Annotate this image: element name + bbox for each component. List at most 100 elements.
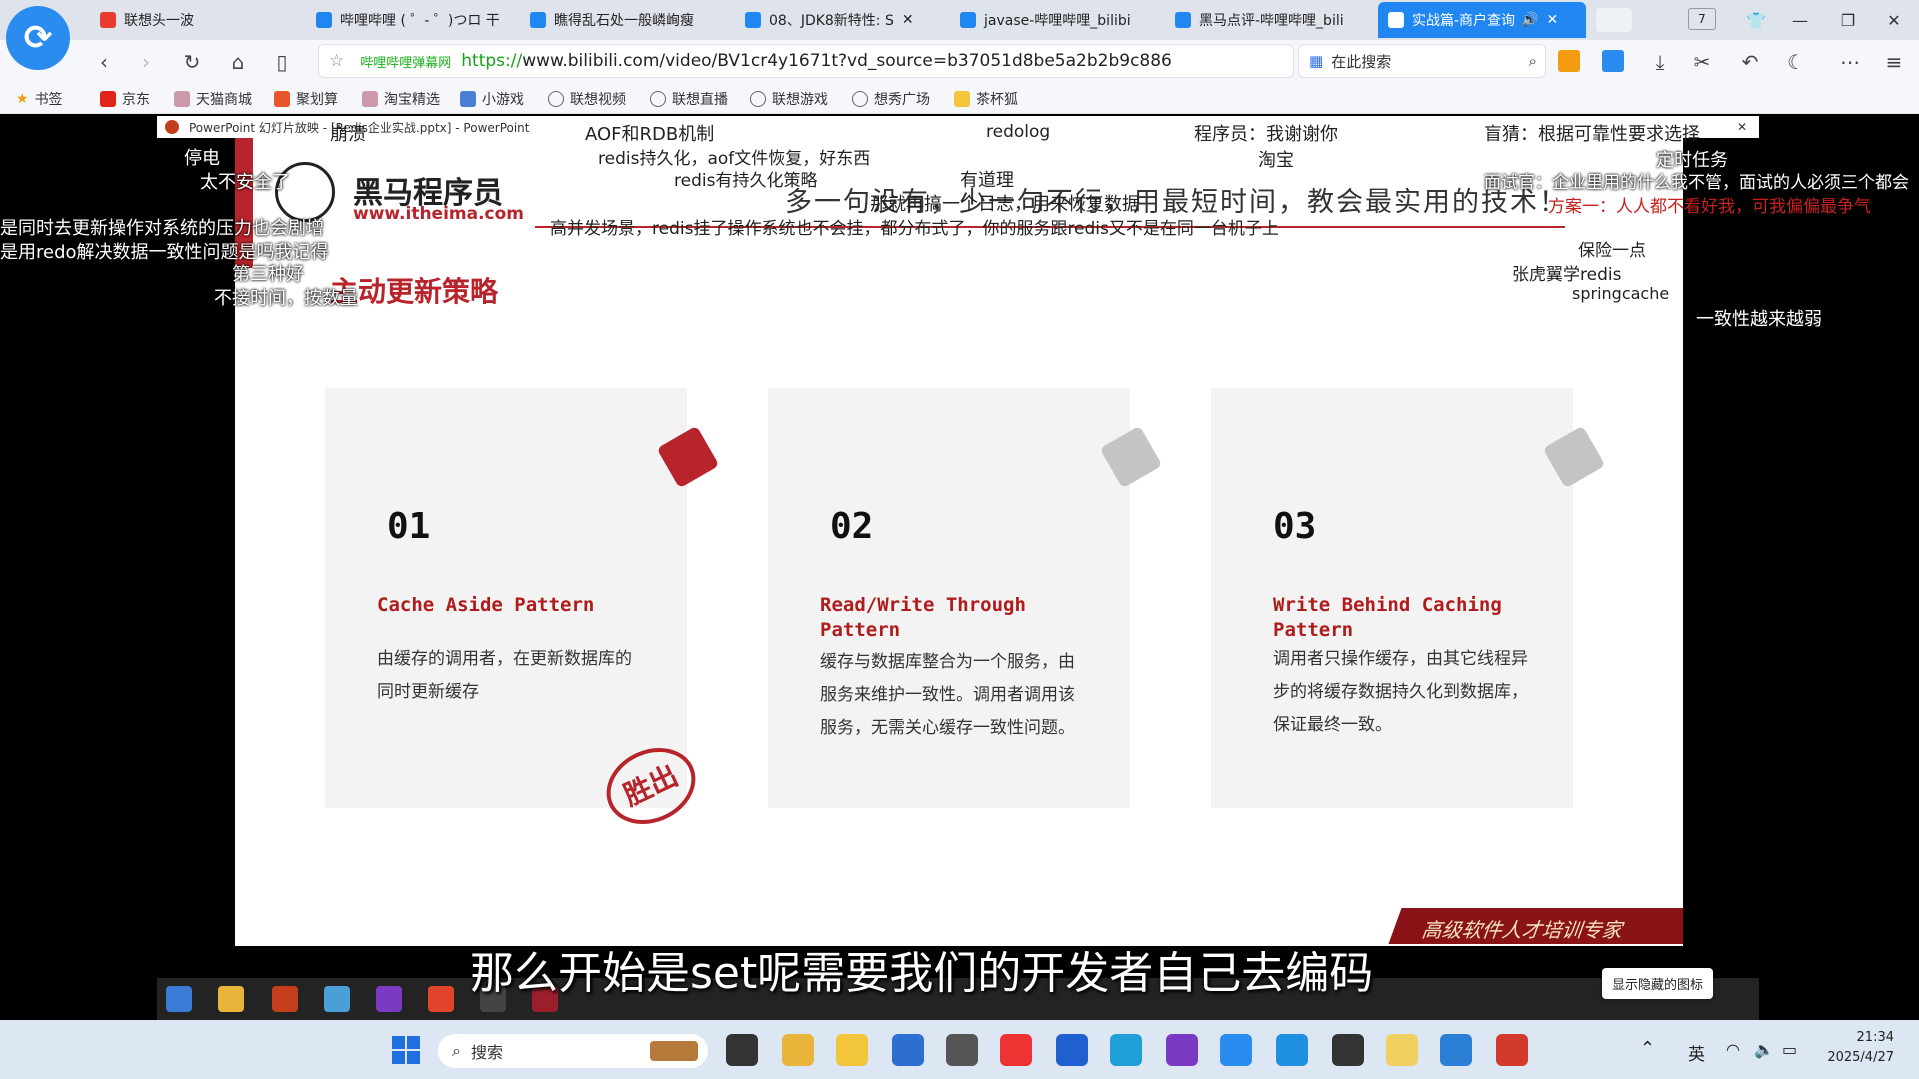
tab-4[interactable]: 08、JDK8新特性: S ✕ — [735, 2, 941, 38]
bookmark-item[interactable]: 联想直播 — [650, 88, 728, 110]
notepad-icon[interactable] — [1440, 1034, 1472, 1066]
bookmark-item[interactable]: 想秀广场 — [852, 88, 930, 110]
app-icon[interactable] — [782, 1034, 814, 1066]
bookmark-item[interactable]: 淘宝精选 — [362, 88, 440, 110]
card-number: 02 — [830, 506, 874, 547]
tab-label: 瞧得乱石处一般嶙峋瘦 — [554, 13, 694, 29]
more-icon[interactable]: ⋯ — [1836, 48, 1864, 76]
bookmark-item[interactable]: 京东 — [100, 88, 150, 110]
tab-5[interactable]: javase-哔哩哔哩_bilibi — [950, 2, 1156, 38]
bookmark-label: 茶杯狐 — [976, 92, 1018, 108]
tab-label: 实战篇-商户查询 — [1412, 13, 1516, 29]
danmaku-comment: 张虎翼学redis — [1512, 265, 1622, 285]
card-number: 03 — [1273, 506, 1317, 547]
bilibili-icon — [745, 12, 761, 28]
card-title: Cache Aside Pattern — [377, 594, 595, 616]
tooltip: 显示隐藏的图标 — [1602, 968, 1714, 999]
video-subtitle: 那么开始是set呢需要我们的开发者自己去编码 — [470, 948, 1374, 999]
danmaku-comment: 那就再搞一个日志，用来恢复数据 — [870, 194, 1140, 215]
app-icon[interactable] — [1386, 1034, 1418, 1066]
maximize-icon[interactable]: ❐ — [1828, 6, 1868, 34]
bookmark-item[interactable]: 小游戏 — [460, 88, 524, 110]
home-icon[interactable]: ⌂ — [224, 48, 252, 76]
danmaku-comment: 不接时间，按数量 — [214, 288, 358, 309]
start-icon[interactable] — [392, 1036, 420, 1064]
scissors-icon[interactable]: ✂ — [1688, 48, 1716, 76]
night-mode-icon[interactable]: ☾ — [1782, 48, 1810, 76]
search-engine-icon[interactable]: ▦ — [1309, 52, 1323, 70]
browser-icon[interactable] — [1220, 1034, 1252, 1066]
game-icon — [460, 91, 476, 107]
danmaku-comment: springcache — [1572, 284, 1670, 303]
task-view-icon[interactable] — [726, 1034, 758, 1066]
download-icon[interactable]: ⤓ — [1646, 48, 1674, 76]
bookmark-item[interactable]: 联想视频 — [548, 88, 626, 110]
wps-icon[interactable] — [1000, 1034, 1032, 1066]
extension-icon[interactable] — [1558, 50, 1580, 72]
tab-6[interactable]: 黑马点评-哔哩哔哩_bili — [1165, 2, 1371, 38]
battery-icon[interactable]: ▭ — [1782, 1040, 1797, 1059]
volume-icon[interactable]: 🔈 — [1754, 1040, 1774, 1059]
tab-count-badge[interactable]: 7 — [1688, 8, 1716, 30]
danmaku-comment: 太不安全了 — [200, 172, 290, 193]
skin-icon[interactable]: 👕 — [1736, 6, 1776, 34]
card-description: 缓存与数据库整合为一个服务，由服务来维护一致性。调用者调用该服务，无需关心缓存一… — [820, 652, 1075, 738]
bilibili-icon — [960, 12, 976, 28]
minimize-icon[interactable]: — — [1780, 6, 1820, 34]
danmaku-comment: redis有持久化策略 — [674, 171, 818, 191]
search-icon[interactable]: ⌕ — [1529, 52, 1537, 70]
address-bar[interactable]: ☆ 哔哩哔哩弹幕网 https://www.bilibili.com/video… — [318, 44, 1294, 78]
tab-2[interactable]: 哔哩哔哩 ( ゜- ゜)つロ 干 — [306, 2, 512, 38]
terminal-icon[interactable] — [1332, 1034, 1364, 1066]
close-window-icon[interactable]: ✕ — [1874, 6, 1914, 34]
close-icon[interactable]: ✕ — [1547, 12, 1559, 28]
danmaku-comment: 盲猜：根据可靠性要求选择 — [1484, 124, 1700, 145]
new-tab-button[interactable] — [1596, 8, 1632, 32]
clock-date[interactable]: 2025/4/27 — [1812, 1050, 1894, 1065]
ime-indicator[interactable]: 英 — [1688, 1040, 1705, 1065]
clock-time[interactable]: 21:34 — [1830, 1030, 1894, 1045]
app-icon[interactable] — [946, 1034, 978, 1066]
wifi-icon[interactable]: ◠ — [1726, 1040, 1740, 1059]
logo-url: www.itheima.com — [353, 204, 525, 224]
app-icon[interactable] — [1056, 1034, 1088, 1066]
file-explorer-icon[interactable] — [836, 1034, 868, 1066]
star-icon[interactable]: ☆ — [329, 51, 344, 71]
chevron-up-icon[interactable]: ⌃ — [1640, 1038, 1655, 1059]
tab-active[interactable]: 实战篇-商户查询 🔊 ✕ — [1378, 2, 1586, 38]
globe-icon — [852, 91, 868, 107]
close-icon[interactable]: ✕ — [902, 12, 914, 28]
idea-icon[interactable] — [1166, 1034, 1198, 1066]
search-box[interactable]: ▦ 在此搜索 ⌕ — [1298, 44, 1546, 78]
edge-icon[interactable] — [1110, 1034, 1142, 1066]
tab-3[interactable]: 瞧得乱石处一般嶙峋瘦 — [520, 2, 726, 38]
bookmark-item[interactable]: 天猫商城 — [174, 88, 252, 110]
tab-1[interactable]: 联想头一波 — [90, 2, 290, 38]
slide: 黑马程序员 www.itheima.com 多一句没有，少一句不行，用最短时间，… — [235, 138, 1683, 946]
forward-icon[interactable]: › — [132, 48, 160, 76]
card-title: Write Behind Caching Pattern — [1273, 594, 1502, 641]
bookmark-label: 联想视频 — [570, 92, 626, 108]
back-icon[interactable]: ‹ — [90, 48, 118, 76]
bilibili-icon — [1388, 12, 1404, 28]
menu-icon[interactable]: ≡ — [1880, 48, 1908, 76]
bookmark-item[interactable]: 茶杯狐 — [954, 88, 1018, 110]
bookmark-item[interactable]: 聚划算 — [274, 88, 338, 110]
store-icon[interactable] — [892, 1034, 924, 1066]
taskbar-search[interactable]: ⌕ 搜索 — [438, 1034, 708, 1068]
vscode-icon[interactable] — [1276, 1034, 1308, 1066]
bookmark-folder[interactable]: ★ 书签 — [16, 88, 63, 110]
undo-icon[interactable]: ↶ — [1736, 48, 1764, 76]
reload-icon[interactable]: ↻ — [178, 48, 206, 76]
close-icon[interactable]: ✕ — [1737, 120, 1747, 134]
url-text[interactable]: https://www.bilibili.com/video/BV1cr4y16… — [461, 51, 1172, 71]
windows-icon — [166, 986, 192, 1012]
card-description: 由缓存的调用者，在更新数据库的同时更新缓存 — [377, 649, 632, 702]
app-icon[interactable] — [1496, 1034, 1528, 1066]
browser-logo-icon[interactable]: ⟳ — [6, 6, 70, 70]
bookmark-item[interactable]: 联想游戏 — [750, 88, 828, 110]
send-icon[interactable] — [1602, 50, 1624, 72]
speaker-icon: 🔊 — [1521, 12, 1539, 28]
reader-icon[interactable]: ▯ — [268, 48, 296, 76]
url-scheme: https:// — [461, 51, 523, 71]
